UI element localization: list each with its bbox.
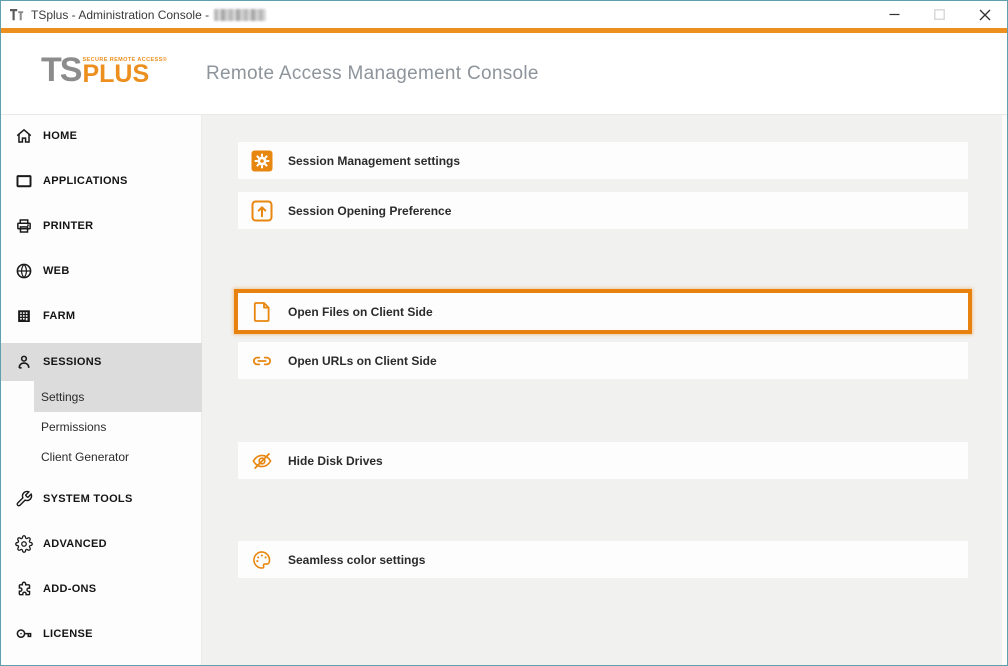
- sidebar-item-label: FARM: [43, 310, 75, 322]
- sidebar-subitem-settings[interactable]: Settings: [34, 381, 202, 412]
- minimize-button[interactable]: [872, 1, 917, 28]
- app-window: TSplus - Administration Console - TS SEC…: [0, 0, 1008, 666]
- sidebar-subitem-permissions[interactable]: Permissions: [34, 412, 202, 442]
- sidebar-item-applications[interactable]: APPLICATIONS: [1, 166, 202, 196]
- sidebar-subitem-client-generator[interactable]: Client Generator: [34, 442, 202, 472]
- wrench-icon: [15, 490, 33, 508]
- sidebar-item-sessions[interactable]: SESSIONS: [1, 343, 202, 381]
- sidebar-item-label: LICENSE: [43, 628, 93, 640]
- sidebar-item-label: WEB: [43, 265, 70, 277]
- file-icon: [251, 301, 273, 323]
- tile-hide-disk-drives[interactable]: Hide Disk Drives: [238, 442, 968, 479]
- page-title: Remote Access Management Console: [206, 63, 539, 85]
- tile-session-management-settings[interactable]: Session Management settings: [238, 142, 968, 179]
- puzzle-icon: [15, 580, 33, 598]
- scrollbar-track[interactable]: [1002, 115, 1007, 666]
- applications-icon: [15, 172, 33, 190]
- window-title: TSplus - Administration Console -: [31, 8, 209, 22]
- minimize-icon: [889, 9, 900, 20]
- key-icon: [15, 625, 33, 643]
- main-content: Session Management settings Session Open…: [202, 115, 1007, 666]
- maximize-button[interactable]: [917, 1, 962, 28]
- palette-icon: [251, 549, 273, 571]
- close-icon: [979, 9, 991, 21]
- link-icon: [251, 350, 273, 372]
- gear-square-icon: [251, 150, 273, 172]
- subitem-label: Client Generator: [41, 450, 129, 464]
- sidebar-item-label: APPLICATIONS: [43, 175, 128, 187]
- sidebar-item-label: SESSIONS: [43, 356, 102, 368]
- home-icon: [15, 127, 33, 145]
- tsplus-logo: TS SECURE REMOTE ACCESS® PLUS: [41, 55, 167, 85]
- subitem-label: Settings: [41, 390, 84, 404]
- logo-ts-text: TS: [41, 55, 80, 85]
- tsplus-app-icon: [8, 6, 25, 23]
- tile-label: Open Files on Client Side: [288, 305, 433, 319]
- sidebar-item-label: PRINTER: [43, 220, 93, 232]
- tile-label: Open URLs on Client Side: [288, 354, 437, 368]
- sidebar-item-label: SYSTEM TOOLS: [43, 493, 133, 505]
- gear-icon: [15, 535, 33, 553]
- sidebar-item-label: ADD-ONS: [43, 583, 96, 595]
- window-controls: [872, 1, 1007, 28]
- sidebar-item-system-tools[interactable]: SYSTEM TOOLS: [1, 484, 202, 514]
- maximize-icon: [934, 9, 945, 20]
- sidebar-item-add-ons[interactable]: ADD-ONS: [1, 574, 202, 604]
- sidebar-item-farm[interactable]: FARM: [1, 301, 202, 331]
- title-bar: TSplus - Administration Console -: [1, 1, 1007, 28]
- sidebar-item-printer[interactable]: PRINTER: [1, 211, 202, 241]
- farm-icon: [15, 307, 33, 325]
- subitem-label: Permissions: [41, 420, 106, 434]
- header: TS SECURE REMOTE ACCESS® PLUS Remote Acc…: [1, 33, 1007, 115]
- tile-seamless-color-settings[interactable]: Seamless color settings: [238, 541, 968, 578]
- printer-icon: [15, 217, 33, 235]
- sidebar-item-advanced[interactable]: ADVANCED: [1, 529, 202, 559]
- tile-session-opening-preference[interactable]: Session Opening Preference: [238, 192, 968, 229]
- logo-plus-text: PLUS: [82, 64, 167, 85]
- open-window-icon: [251, 200, 273, 222]
- eye-off-icon: [251, 450, 273, 472]
- tile-open-files-on-client-side[interactable]: Open Files on Client Side: [234, 289, 972, 334]
- close-button[interactable]: [962, 1, 1007, 28]
- sidebar-item-web[interactable]: WEB: [1, 256, 202, 286]
- globe-icon: [15, 262, 33, 280]
- sidebar-item-home[interactable]: HOME: [1, 121, 202, 151]
- tile-label: Session Opening Preference: [288, 204, 451, 218]
- redacted-hostname: [214, 9, 266, 21]
- sidebar-item-label: ADVANCED: [43, 538, 107, 550]
- tile-open-urls-on-client-side[interactable]: Open URLs on Client Side: [238, 342, 968, 379]
- person-icon: [15, 353, 33, 371]
- tile-label: Hide Disk Drives: [288, 454, 383, 468]
- tile-label: Session Management settings: [288, 154, 460, 168]
- sidebar-item-license[interactable]: LICENSE: [1, 619, 202, 649]
- tile-label: Seamless color settings: [288, 553, 425, 567]
- sidebar-item-label: HOME: [43, 130, 77, 142]
- sidebar: HOME APPLICATIONS PRINTER WEB: [1, 115, 202, 666]
